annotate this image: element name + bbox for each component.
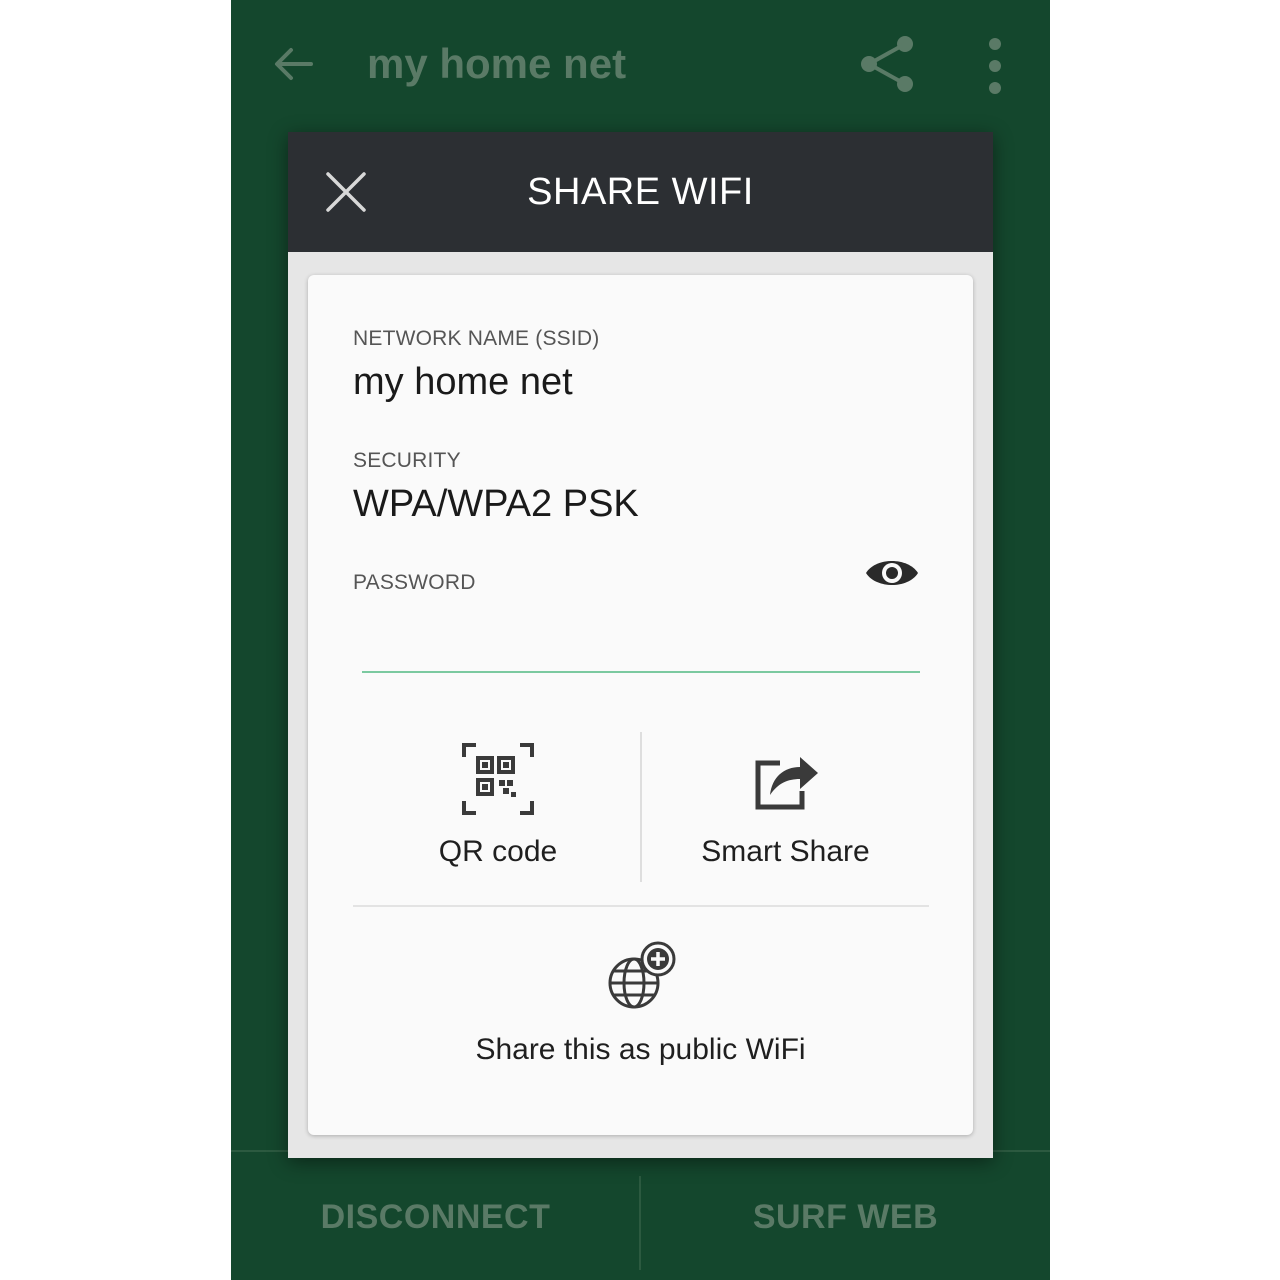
smart-share-option[interactable]: Smart Share (683, 743, 888, 869)
public-wifi-label: Share this as public WiFi (475, 1033, 806, 1066)
password-label: PASSWORD (353, 571, 476, 594)
public-wifi-option[interactable]: Share this as public WiFi (428, 941, 853, 1067)
network-name-label: NETWORK NAME (SSID) (353, 327, 600, 350)
globe-plus-icon (608, 941, 675, 1009)
surf-web-button[interactable]: SURF WEB (641, 1152, 1050, 1280)
dialog-title: SHARE WIFI (527, 170, 754, 213)
smart-share-label: Smart Share (701, 835, 870, 868)
wifi-details-card: NETWORK NAME (SSID) my home net SECURITY… (308, 275, 973, 1135)
app-bar: my home net (231, 0, 1050, 132)
share-wifi-dialog: SHARE WIFI NETWORK NAME (SSID) my home n… (288, 132, 993, 1158)
eye-icon[interactable] (864, 553, 920, 593)
password-field[interactable] (353, 605, 853, 649)
dialog-header: SHARE WIFI (288, 132, 993, 252)
options-divider (640, 732, 642, 882)
qr-code-option[interactable]: QR code (403, 743, 593, 869)
qr-code-icon (462, 743, 534, 815)
network-name-value: my home net (353, 361, 573, 403)
share-icon[interactable] (855, 32, 919, 96)
security-label: SECURITY (353, 449, 461, 472)
arrow-left-icon[interactable] (271, 40, 319, 88)
share-arrow-icon (755, 757, 818, 810)
close-icon[interactable] (324, 170, 368, 214)
disconnect-button[interactable]: DISCONNECT (231, 1152, 640, 1280)
section-divider (353, 905, 929, 907)
security-value: WPA/WPA2 PSK (353, 483, 639, 525)
qr-code-label: QR code (438, 835, 558, 868)
password-underline (362, 671, 920, 673)
more-vertical-icon[interactable] (979, 36, 1011, 96)
app-bar-title: my home net (367, 40, 627, 87)
bottom-action-bar: DISCONNECT SURF WEB (231, 1150, 1050, 1280)
